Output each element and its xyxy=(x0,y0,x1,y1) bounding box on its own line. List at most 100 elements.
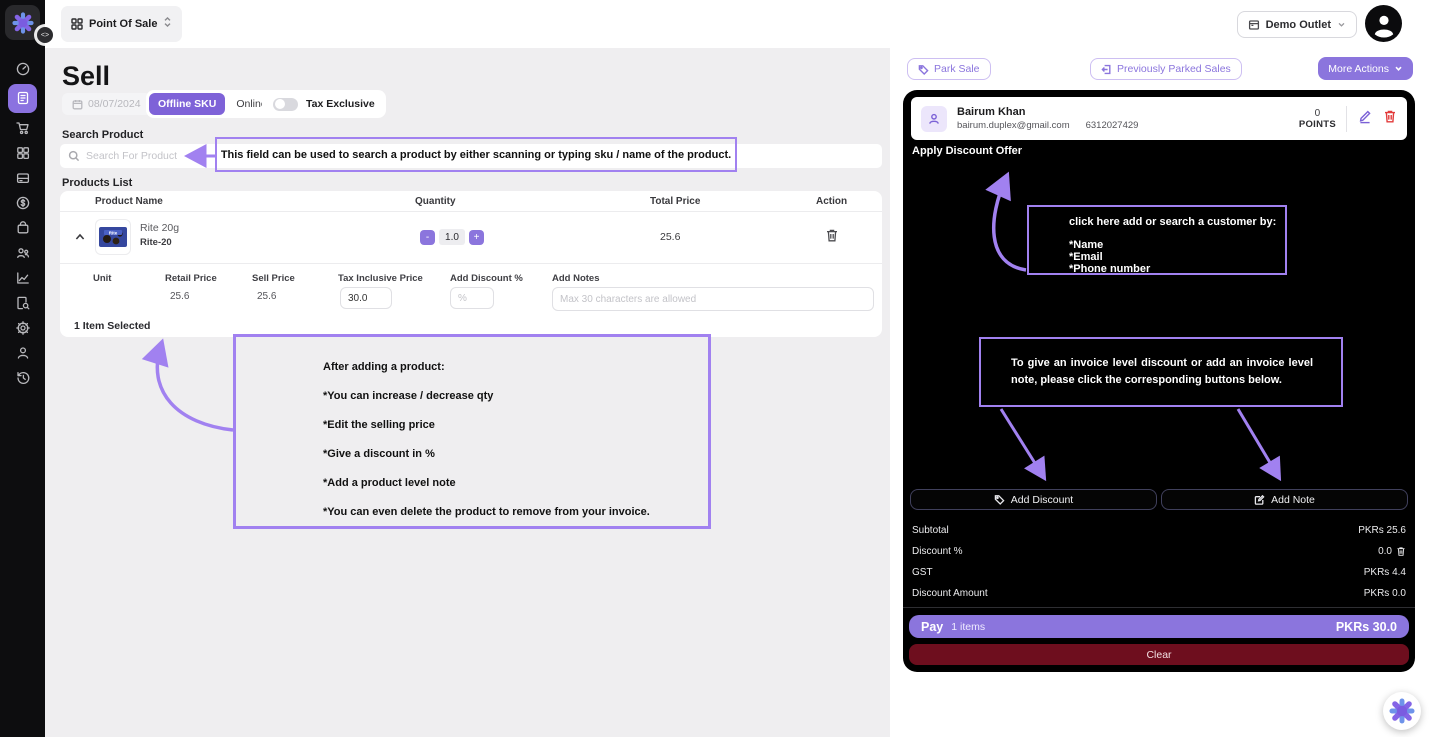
tag-icon xyxy=(994,494,1005,505)
pay-label: Pay xyxy=(921,620,943,634)
sidebar-item-orders[interactable] xyxy=(0,115,45,140)
delete-product-icon[interactable] xyxy=(825,228,839,248)
chevron-down-icon xyxy=(1337,16,1346,34)
note-edit-icon xyxy=(1254,494,1265,505)
sidebar-collapse-toggle[interactable]: <> xyxy=(37,27,53,43)
bag-icon xyxy=(15,220,31,236)
discount-percent-input[interactable] xyxy=(450,287,494,309)
points-value: 0 xyxy=(1299,108,1336,119)
park-sale-button[interactable]: Park Sale xyxy=(907,58,991,80)
add-note-label: Add Note xyxy=(1271,494,1315,506)
topbar: Point Of Sale Demo Outlet xyxy=(45,0,1430,48)
remove-customer-icon[interactable] xyxy=(1383,109,1397,129)
brand-bubble[interactable] xyxy=(1383,692,1421,730)
annotation-title: After adding a product: xyxy=(323,361,445,373)
store-icon xyxy=(1248,19,1260,31)
sidebar-item-register[interactable] xyxy=(0,165,45,190)
product-sku: Rite-20 xyxy=(140,237,172,248)
add-notes-input[interactable] xyxy=(552,287,874,311)
customer-card[interactable]: Bairum Khan bairum.duplex@gmail.com63120… xyxy=(911,97,1407,140)
sidebar-item-products[interactable] xyxy=(0,140,45,165)
points-label: POINTS xyxy=(1299,119,1336,130)
total-value: PKRs 0.0 xyxy=(1364,588,1406,599)
sidebar-item-history[interactable] xyxy=(0,365,45,390)
edit-customer-icon[interactable] xyxy=(1357,108,1373,129)
user-avatar[interactable] xyxy=(1365,5,1402,42)
qty-minus-button[interactable]: - xyxy=(420,230,435,245)
retail-price-value: 25.6 xyxy=(170,291,189,302)
add-discount-button[interactable]: Add Discount xyxy=(910,489,1157,510)
apps-grid-icon xyxy=(71,18,83,30)
col-total-price: Total Price xyxy=(650,196,700,207)
annotation-line: *You can increase / decrease qty xyxy=(323,390,493,402)
sidebar-item-sell[interactable] xyxy=(0,81,45,115)
sell-receipt-icon xyxy=(15,90,31,106)
sell-main: Sell 08/07/2024 Offline SKU Online SKU T… xyxy=(45,48,890,737)
divider xyxy=(903,607,1415,608)
page-title: Sell xyxy=(62,61,110,92)
annotation-line: *Phone number xyxy=(1069,263,1150,275)
brand-logo[interactable] xyxy=(5,5,40,40)
col-quantity: Quantity xyxy=(415,196,456,207)
add-note-button[interactable]: Add Note xyxy=(1161,489,1408,510)
clear-button[interactable]: Clear xyxy=(909,644,1409,665)
offline-sku-button[interactable]: Offline SKU xyxy=(149,93,225,115)
products-list-label: Products List xyxy=(62,177,132,189)
user-icon xyxy=(15,345,31,361)
qty-plus-button[interactable]: + xyxy=(469,230,484,245)
app-switcher-chip[interactable]: Point Of Sale xyxy=(61,6,182,42)
more-actions-button[interactable]: More Actions xyxy=(1318,57,1413,80)
cart-icon xyxy=(15,120,31,136)
tax-inclusive-input[interactable] xyxy=(340,287,392,309)
customer-contact: bairum.duplex@gmail.com 6312027429 xyxy=(957,120,1138,131)
col-action: Action xyxy=(816,196,847,207)
parked-box-icon xyxy=(1101,64,1112,75)
detail-taxinc-label: Tax Inclusive Price xyxy=(338,273,423,284)
previously-parked-button[interactable]: Previously Parked Sales xyxy=(1090,58,1242,80)
apply-discount-offer-link[interactable]: Apply Discount Offer xyxy=(912,145,1022,157)
detail-discount-label: Add Discount % xyxy=(450,273,523,284)
row-total-price: 25.6 xyxy=(660,231,680,243)
tax-exclusive-toggle[interactable] xyxy=(273,98,298,111)
sidebar xyxy=(0,0,45,737)
sidebar-item-profile[interactable] xyxy=(0,340,45,365)
total-value: PKRs 4.4 xyxy=(1364,567,1406,578)
outlet-selector[interactable]: Demo Outlet xyxy=(1237,11,1357,38)
customer-avatar-icon xyxy=(921,106,947,132)
history-icon xyxy=(15,370,31,386)
annotation-line: *Name xyxy=(1069,239,1103,251)
sidebar-item-invoices[interactable] xyxy=(0,290,45,315)
app-chip-label: Point Of Sale xyxy=(89,18,157,30)
detail-unit-label: Unit xyxy=(93,273,111,284)
products-table-header: Product Name Quantity Total Price Action xyxy=(60,191,882,212)
date-picker[interactable]: 08/07/2024 xyxy=(62,93,151,115)
customer-annotation-title: click here add or search a customer by: xyxy=(1069,216,1276,228)
sidebar-item-dashboard[interactable] xyxy=(0,56,45,81)
sidebar-item-payments[interactable] xyxy=(0,190,45,215)
tax-exclusive-card: Tax Exclusive xyxy=(262,90,386,118)
divider xyxy=(1346,106,1347,132)
total-row-subtotal: Subtotal PKRs 25.6 xyxy=(912,520,1406,541)
detail-retail-label: Retail Price xyxy=(165,273,217,284)
customer-email: bairum.duplex@gmail.com xyxy=(957,120,1070,131)
rite-pack-image: Rite xyxy=(98,222,128,252)
total-value: PKRs 25.6 xyxy=(1358,525,1406,536)
settings-icon xyxy=(15,320,31,336)
pay-items-count: 1 items xyxy=(951,621,985,633)
sidebar-item-settings[interactable] xyxy=(0,315,45,340)
pay-button[interactable]: Pay 1 items PKRs 30.0 xyxy=(909,615,1409,638)
annotation-line: *Edit the selling price xyxy=(323,419,435,431)
invoice-annotation-text: To give an invoice level discount or add… xyxy=(1011,355,1313,389)
product-detail-row: Unit Retail Price Sell Price Tax Inclusi… xyxy=(60,263,882,314)
collapse-row-icon[interactable] xyxy=(74,230,86,242)
customer-phone: 6312027429 xyxy=(1086,120,1139,131)
sell-price-value: 25.6 xyxy=(257,291,276,302)
quantity-stepper: - 1.0 + xyxy=(420,229,484,245)
sidebar-item-purchases[interactable] xyxy=(0,215,45,240)
cart-side: Park Sale Previously Parked Sales More A… xyxy=(890,48,1430,737)
remove-discount-icon[interactable] xyxy=(1396,546,1406,557)
total-row-gst: GST PKRs 4.4 xyxy=(912,562,1406,583)
calendar-icon xyxy=(72,99,83,110)
sidebar-item-reports[interactable] xyxy=(0,265,45,290)
sidebar-item-customers[interactable] xyxy=(0,240,45,265)
